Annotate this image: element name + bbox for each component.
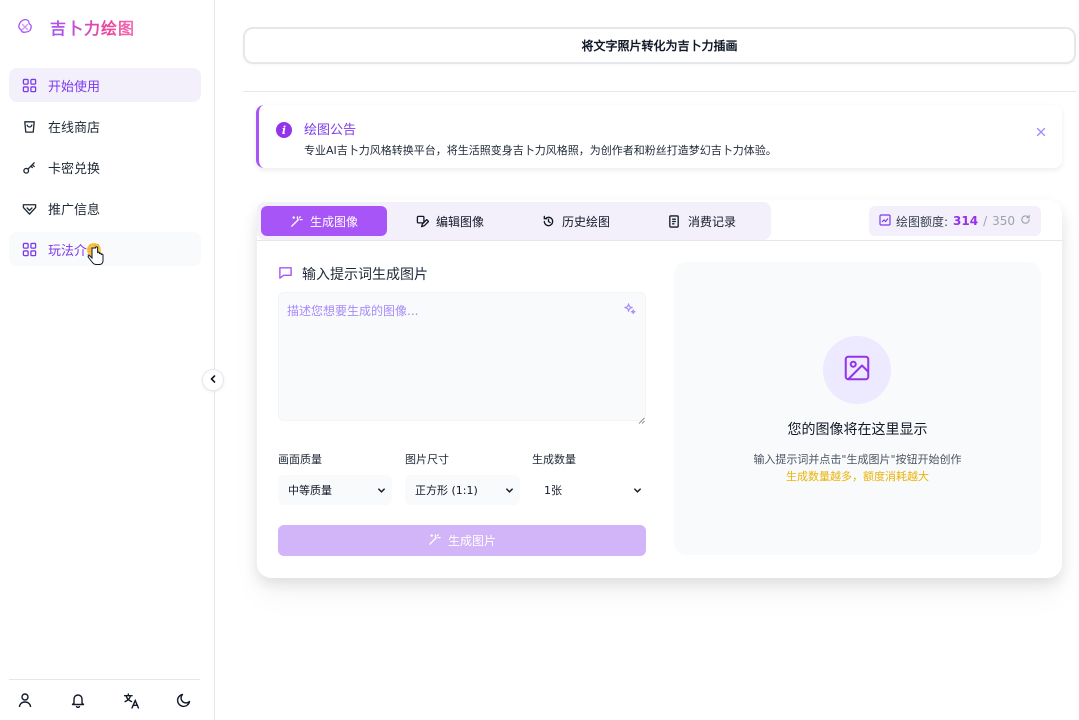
sidebar-item-label: 在线商店 — [48, 120, 101, 136]
generator-card: 生成图像 编辑图像 历史绘图 消费记录 绘图额度: 314 / 350 输入提示… — [257, 200, 1062, 578]
grid-icon — [21, 241, 37, 257]
chat-bubble-icon — [278, 265, 293, 284]
bell-icon[interactable] — [69, 691, 87, 709]
receipt-icon — [668, 214, 681, 228]
hand-cursor-icon — [84, 242, 106, 272]
generate-image-button[interactable]: 生成图片 — [278, 525, 646, 556]
logo[interactable]: 吉卜力绘图 — [14, 14, 135, 40]
resize-handle-icon[interactable] — [638, 413, 645, 424]
main-content: 将文字照片转化为吉卜力插画 i 绘图公告 专业AI吉卜力风格转换平台，将生活照变… — [215, 0, 1079, 720]
quota-total: 350 — [992, 214, 1016, 228]
edit-image-icon — [416, 215, 429, 228]
sidebar-item-label: 卡密兑换 — [48, 161, 101, 177]
sidebar-item-promotion[interactable]: 推广信息 — [9, 191, 201, 225]
prompt-label: 输入提示词生成图片 — [302, 267, 428, 283]
tab-generate[interactable]: 生成图像 — [261, 206, 387, 236]
tab-label: 编辑图像 — [435, 214, 484, 229]
app-name: 吉卜力绘图 — [50, 15, 135, 39]
app-root: 吉卜力绘图 开始使用 在线商店 卡密兑换 推广信息 玩法介绍 将文字照片转化为吉… — [0, 0, 1079, 720]
chevron-down-icon — [504, 485, 514, 495]
announcement-text: 专业AI吉卜力风格转换平台，将生活照变身吉卜力风格照，为创作者和粉丝打造梦幻吉卜… — [304, 144, 777, 157]
quota-display: 绘图额度: 314 / 350 — [869, 206, 1041, 236]
shopping-bag-icon — [21, 118, 37, 134]
close-icon[interactable] — [1034, 125, 1048, 139]
key-icon — [21, 159, 37, 175]
announcement-title: 绘图公告 — [304, 123, 357, 138]
sidebar: 吉卜力绘图 开始使用 在线商店 卡密兑换 推广信息 玩法介绍 — [0, 0, 215, 720]
tab-records[interactable]: 消费记录 — [639, 206, 765, 236]
info-icon: i — [276, 122, 292, 138]
size-select[interactable]: 正方形 (1:1) — [405, 475, 520, 505]
preview-warning: 生成数量越多，额度消耗越大 — [786, 470, 929, 483]
preview-hint: 输入提示词并点击"生成图片"按钮开始创作 — [753, 453, 962, 466]
image-preview-panel: 您的图像将在这里显示 输入提示词并点击"生成图片"按钮开始创作 生成数量越多，额… — [674, 262, 1041, 555]
moon-icon[interactable] — [175, 691, 193, 709]
tab-label: 消费记录 — [687, 214, 736, 229]
sidebar-item-label: 推广信息 — [48, 202, 101, 218]
handshake-icon — [21, 200, 37, 216]
section-divider — [243, 91, 1076, 92]
tab-history[interactable]: 历史绘图 — [513, 206, 639, 236]
announcement-banner: i 绘图公告 专业AI吉卜力风格转换平台，将生活照变身吉卜力风格照，为创作者和粉… — [256, 105, 1062, 168]
count-select[interactable]: 1张 — [532, 475, 648, 505]
size-label: 图片尺寸 — [405, 453, 449, 466]
preview-placeholder — [823, 336, 891, 404]
count-value: 1张 — [544, 484, 562, 497]
quota-label: 绘图额度: — [895, 214, 949, 229]
refresh-icon[interactable] — [1020, 214, 1031, 228]
chart-line-icon — [879, 213, 891, 229]
sidebar-footer — [9, 679, 200, 720]
sidebar-item-shop[interactable]: 在线商店 — [9, 109, 201, 143]
convert-photo-button[interactable]: 将文字照片转化为吉卜力插画 — [243, 27, 1076, 64]
tab-bar: 生成图像 编辑图像 历史绘图 消费记录 — [257, 202, 771, 240]
quality-value: 中等质量 — [288, 484, 332, 497]
sidebar-item-label: 开始使用 — [48, 79, 101, 95]
quality-label: 画面质量 — [278, 453, 322, 466]
count-label: 生成数量 — [532, 453, 576, 466]
tab-label: 生成图像 — [309, 214, 358, 229]
history-icon — [542, 215, 555, 228]
language-icon[interactable] — [122, 691, 140, 709]
tab-edit[interactable]: 编辑图像 — [387, 206, 513, 236]
prompt-input[interactable] — [278, 292, 646, 421]
logo-icon — [14, 16, 36, 38]
magic-wand-icon — [290, 215, 303, 228]
tab-label: 历史绘图 — [561, 214, 610, 229]
generate-button-label: 生成图片 — [447, 534, 496, 548]
chevron-down-icon — [376, 485, 386, 495]
chevron-down-icon — [632, 485, 642, 495]
prompt-heading: 输入提示词生成图片 — [278, 264, 428, 284]
card-divider — [257, 240, 1062, 241]
sparkle-icon[interactable] — [622, 301, 636, 315]
size-value: 正方形 (1:1) — [415, 484, 478, 497]
quota-used: 314 — [953, 214, 979, 228]
collapse-sidebar-button[interactable] — [202, 369, 224, 391]
chevron-left-icon — [208, 373, 218, 388]
magic-wand-icon — [428, 533, 441, 549]
user-icon[interactable] — [16, 691, 34, 709]
sidebar-item-getting-started[interactable]: 开始使用 — [9, 68, 201, 102]
sidebar-item-redeem[interactable]: 卡密兑换 — [9, 150, 201, 184]
quota-separator: / — [983, 214, 988, 228]
grid-icon — [21, 77, 37, 93]
image-icon — [842, 353, 872, 387]
preview-title: 您的图像将在这里显示 — [787, 422, 928, 438]
quality-select[interactable]: 中等质量 — [278, 475, 392, 505]
